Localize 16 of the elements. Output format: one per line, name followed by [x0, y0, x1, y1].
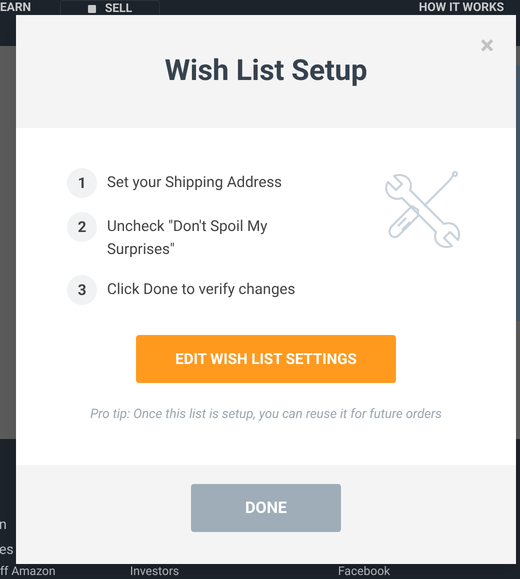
step-text: Click Done to verify changes: [107, 279, 296, 300]
step-number: 1: [67, 168, 97, 198]
step-number: 2: [67, 212, 97, 242]
modal-title: Wish List Setup: [164, 52, 368, 90]
footer-text: es: [0, 541, 15, 560]
footer-link[interactable]: Investors: [130, 565, 338, 578]
nav-link[interactable]: EARN: [0, 1, 60, 14]
footer-link[interactable]: Facebook: [338, 565, 390, 578]
step-text: Set your Shipping Address: [107, 172, 282, 193]
footer-text: n: [0, 516, 8, 535]
step-text: Uncheck "Don't Spoil My Surprises": [107, 216, 268, 260]
step-number: 3: [67, 275, 97, 305]
scrollbar-thumb[interactable]: [516, 66, 520, 321]
pro-tip: Pro tip: Once this list is setup, you can reuse it for future orders: [90, 406, 442, 424]
nav-link[interactable]: HOW IT WORKS: [418, 1, 504, 14]
footer-link[interactable]: ff Amazon: [0, 565, 130, 578]
